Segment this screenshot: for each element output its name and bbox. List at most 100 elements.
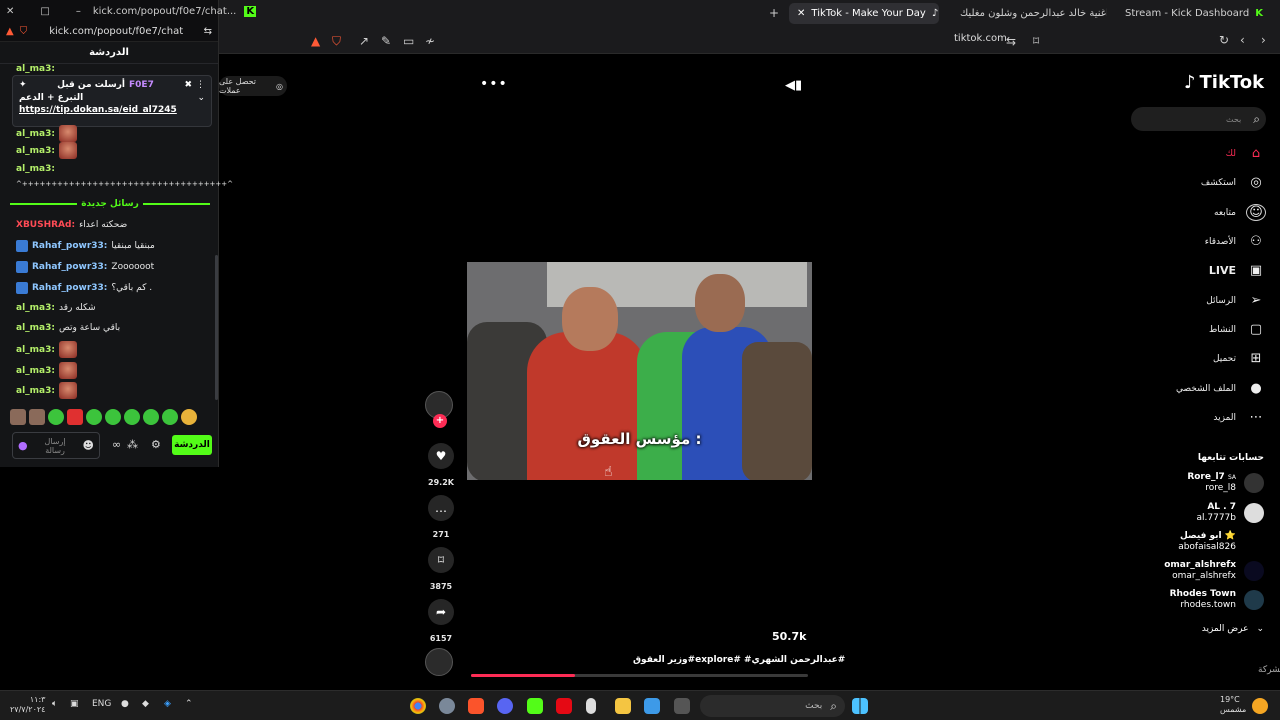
emote-button[interactable] bbox=[105, 409, 121, 425]
chrome-icon[interactable] bbox=[410, 698, 426, 714]
show-hidden-icons-chevron[interactable]: ⌃ bbox=[185, 699, 193, 709]
monitor-icon[interactable]: ▣ bbox=[70, 699, 79, 709]
url-text[interactable]: tiktok.com bbox=[954, 33, 1007, 44]
brave-rewards-icon[interactable]: ▲ bbox=[311, 34, 320, 48]
chat-username[interactable]: XBUSHRAd: bbox=[16, 220, 75, 230]
nav-profile[interactable]: الملف الشخصي ● bbox=[1176, 381, 1266, 396]
heart-icon[interactable]: ♥ bbox=[428, 443, 454, 469]
points-icon[interactable]: ∞ bbox=[112, 438, 121, 451]
nav-messages[interactable]: الرسائل ➢ bbox=[1206, 293, 1266, 308]
back-icon[interactable]: ‹ bbox=[1240, 33, 1245, 47]
mouse-app-icon[interactable] bbox=[586, 698, 596, 714]
chat-scrollbar[interactable] bbox=[215, 255, 218, 400]
more-options-icon[interactable]: ••• bbox=[480, 76, 508, 92]
emote-button[interactable] bbox=[162, 409, 178, 425]
nav-upload[interactable]: تحميل ⊞ bbox=[1213, 351, 1266, 366]
nav-explore[interactable]: استكشف ◎ bbox=[1201, 175, 1266, 190]
brave-shields-icon[interactable]: ⛉ bbox=[20, 26, 28, 37]
close-window-icon[interactable]: ✕ bbox=[6, 6, 14, 17]
new-tab-plus-icon[interactable]: + bbox=[769, 6, 779, 20]
windows-start-icon[interactable] bbox=[852, 698, 868, 714]
speaker-icon[interactable]: 🔈︎ bbox=[52, 699, 57, 709]
like-action[interactable]: ♥ 29.2K bbox=[427, 443, 455, 487]
steam-icon[interactable]: ◆ bbox=[142, 699, 149, 709]
settings-gear-icon[interactable] bbox=[439, 698, 455, 714]
forward-icon[interactable]: › bbox=[1261, 33, 1266, 47]
nav-friends[interactable]: الأصدقاء ⚇ bbox=[1205, 234, 1266, 249]
chat-username[interactable]: Rahaf_powr33: bbox=[32, 283, 107, 293]
brave-browser-icon[interactable] bbox=[468, 698, 484, 714]
screenshot-icon[interactable]: ▭ bbox=[403, 34, 414, 48]
following-account[interactable]: Rhodes Town rhodes.town bbox=[1170, 589, 1264, 611]
nav-live[interactable]: LIVE ▣ bbox=[1209, 263, 1266, 278]
chat-username[interactable]: al_ma3: bbox=[16, 164, 55, 174]
taskbar-search[interactable]: بحث ⌕ bbox=[700, 695, 845, 717]
community-icon[interactable]: ⁂ bbox=[127, 438, 138, 451]
weather-widget[interactable]: 19°C مشمس bbox=[1220, 695, 1246, 715]
pinned-menu-icon[interactable]: ⋮ bbox=[196, 80, 205, 90]
minimize-window-icon[interactable]: – bbox=[76, 6, 81, 17]
following-account[interactable]: AL . 7 al.7777b bbox=[1197, 502, 1264, 524]
emote-button[interactable] bbox=[124, 409, 140, 425]
emote-button[interactable] bbox=[48, 409, 64, 425]
system-clock[interactable]: ١١:٣ ٢٧/٧/٢٠٢٤ bbox=[10, 695, 45, 715]
extension-icon[interactable]: ≁ bbox=[425, 34, 435, 48]
video-player[interactable]: مؤسس العقوق : bbox=[467, 262, 812, 480]
site-settings-icon[interactable]: ⇆ bbox=[1006, 34, 1016, 48]
tiktok-logo[interactable]: ♪ TikTok bbox=[1184, 72, 1264, 93]
sound-disc-avatar[interactable] bbox=[425, 648, 453, 676]
unpin-icon[interactable]: ✖ bbox=[184, 80, 192, 90]
comment-action[interactable]: … 271 bbox=[427, 495, 455, 539]
following-account[interactable]: omar_alshrefx omar_alshrefx bbox=[1164, 560, 1264, 582]
emote-button[interactable] bbox=[29, 409, 45, 425]
share-icon[interactable]: ↗ bbox=[359, 34, 369, 48]
task-view-icon[interactable] bbox=[674, 698, 690, 714]
emote-button[interactable] bbox=[86, 409, 102, 425]
brave-rewards-icon[interactable]: ▲ bbox=[6, 26, 14, 37]
follow-plus-icon[interactable]: + bbox=[433, 414, 447, 428]
tray-app-icon[interactable]: ◈ bbox=[164, 699, 171, 709]
pinned-link[interactable]: https://tip.dokan.sa/eid_al7245 bbox=[19, 105, 205, 115]
bookmark-icon[interactable]: ⌑ bbox=[428, 547, 454, 573]
following-account[interactable]: ابو فيصل ⭐ abofaisal826 bbox=[1178, 531, 1264, 553]
tab-tiktok[interactable]: ✕ TikTok - Make Your Day ♪ bbox=[789, 3, 939, 24]
chat-username[interactable]: al_ma3: bbox=[16, 129, 55, 139]
emote-button[interactable] bbox=[10, 409, 26, 425]
microphone-icon[interactable]: ● bbox=[18, 439, 28, 452]
tab-song[interactable]: اغنية خالد عبدالرحمن وشلون مغليك - ... ▶ bbox=[952, 3, 1107, 24]
chat-message-input[interactable]: ● إرسال رسالة ☻ bbox=[12, 432, 100, 459]
chevron-down-icon[interactable]: ⌄ bbox=[197, 93, 205, 103]
translate-icon[interactable]: ✎ bbox=[381, 34, 391, 48]
volume-icon[interactable]: ◀▮ bbox=[785, 78, 802, 93]
video-caption[interactable]: وزير العقوق#explore# #عبدالرحمن الشهري# bbox=[633, 655, 845, 665]
chat-username[interactable]: al_ma3: bbox=[16, 146, 55, 156]
reload-icon[interactable]: ↻ bbox=[1219, 33, 1229, 47]
chat-username[interactable]: Rahaf_powr33: bbox=[32, 241, 107, 251]
following-account[interactable]: Rore_l7 SA rore_l8 bbox=[1187, 472, 1264, 494]
maximize-window-icon[interactable]: □ bbox=[40, 6, 49, 17]
chat-username[interactable]: al_ma3: bbox=[16, 64, 55, 74]
emote-button[interactable] bbox=[181, 409, 197, 425]
emote-button[interactable] bbox=[67, 409, 83, 425]
save-action[interactable]: ⌑ 3875 bbox=[427, 547, 455, 591]
chat-username[interactable]: al_ma3: bbox=[16, 345, 55, 355]
tab-kick-dashboard[interactable]: Stream - Kick Dashboard K bbox=[1117, 3, 1263, 24]
nav-activity[interactable]: النشاط ▢ bbox=[1209, 322, 1266, 337]
microphone-icon[interactable]: ● bbox=[121, 699, 129, 709]
see-more-link[interactable]: عرض المزيد ⌄ bbox=[1202, 624, 1264, 634]
discord-icon[interactable] bbox=[497, 698, 513, 714]
chat-username[interactable]: al_ma3: bbox=[16, 323, 55, 333]
netflix-like-icon[interactable] bbox=[556, 698, 572, 714]
company-link[interactable]: الشركة bbox=[1258, 665, 1280, 675]
chat-username[interactable]: al_ma3: bbox=[16, 303, 55, 313]
nav-following[interactable]: متابعه ☺ bbox=[1214, 204, 1266, 221]
pinned-sender[interactable]: F0E7 bbox=[129, 80, 154, 90]
video-progress-bar[interactable] bbox=[471, 674, 808, 677]
search-input[interactable]: بحث ⌕ bbox=[1131, 107, 1266, 131]
nav-for-you[interactable]: لك ⌂ bbox=[1226, 146, 1266, 161]
share-arrow-icon[interactable]: ➦ bbox=[428, 599, 454, 625]
kick-app-icon[interactable] bbox=[527, 698, 543, 714]
comment-icon[interactable]: … bbox=[428, 495, 454, 521]
brave-shields-icon[interactable]: ⛉ bbox=[332, 34, 341, 49]
file-explorer-icon[interactable] bbox=[615, 698, 631, 714]
